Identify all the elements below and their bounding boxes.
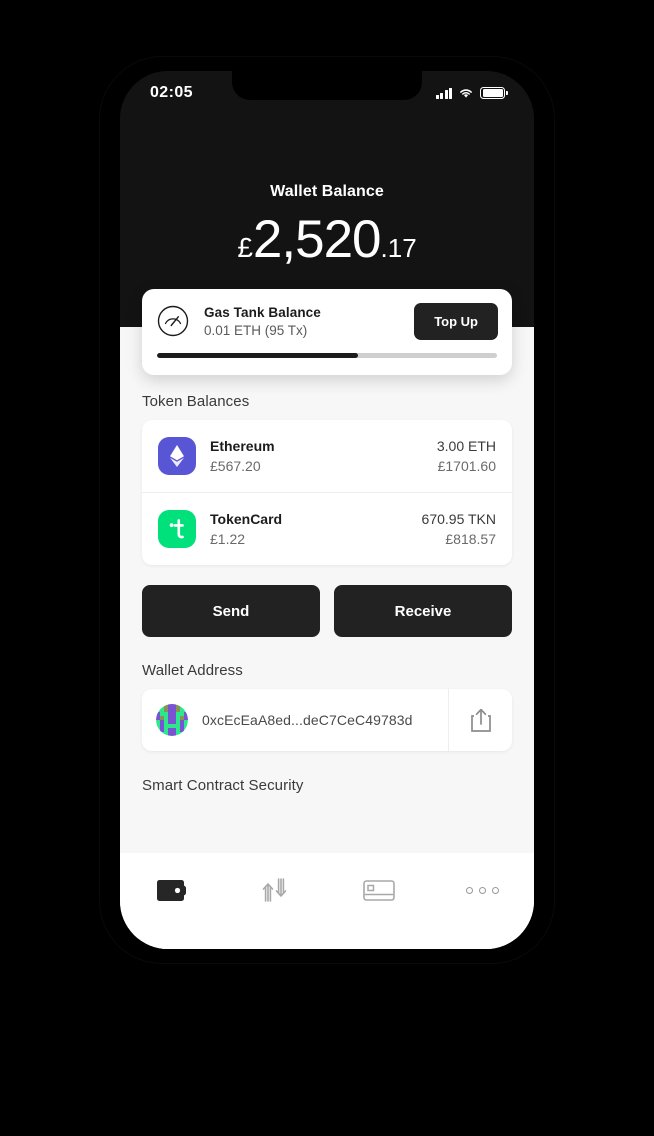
action-buttons: Send Receive <box>142 585 512 637</box>
send-button[interactable]: Send <box>142 585 320 637</box>
gauge-icon <box>157 305 189 337</box>
gas-tank-progress-bar <box>157 353 497 358</box>
gas-tank-title: Gas Tank Balance <box>204 304 321 320</box>
wallet-icon <box>156 879 186 901</box>
signal-bars-icon <box>435 87 453 99</box>
token-info: TokenCard £1.22 <box>210 511 422 547</box>
token-price: £1.22 <box>210 531 246 547</box>
token-amount: 3.00 ETH <box>436 438 496 454</box>
token-name: Ethereum <box>210 438 275 454</box>
page-title: Wallet Balance <box>270 183 384 200</box>
balance-whole: 2,520 <box>252 210 382 269</box>
table-row[interactable]: Ethereum £567.20 3.00 ETH £1701.60 <box>142 420 512 492</box>
transfer-arrows-icon <box>262 878 287 902</box>
currency-symbol: £ <box>237 232 253 263</box>
blockie-avatar <box>156 704 188 736</box>
phone-screen: 02:05 Wallet Balance £ 2,520 .17 Gas Tan… <box>120 71 534 949</box>
share-icon <box>470 708 491 732</box>
tab-card[interactable] <box>327 869 431 911</box>
token-values: 670.95 TKN £818.57 <box>422 511 496 547</box>
balance-amount: £ 2,520 .17 <box>237 213 416 266</box>
receive-button[interactable]: Receive <box>334 585 512 637</box>
wallet-address-card[interactable]: 0xcEcEaA8ed...deC7CeC49783d <box>142 689 512 751</box>
token-value: £1701.60 <box>437 458 496 474</box>
bottom-tab-bar <box>120 853 534 949</box>
balance-decimal: .17 <box>380 233 417 263</box>
screenshot-stage: 02:05 Wallet Balance £ 2,520 .17 Gas Tan… <box>0 0 654 1136</box>
token-values: 3.00 ETH £1701.60 <box>437 438 496 474</box>
gas-tank-row: Gas Tank Balance 0.01 ETH (95 Tx) Top Up <box>156 289 498 353</box>
card-icon <box>362 879 395 901</box>
token-balances-title: Token Balances <box>142 393 250 410</box>
status-time: 02:05 <box>150 84 193 101</box>
tokencard-icon <box>158 510 196 548</box>
main-content: Token Balances Ethereum £567.20 3.00 ETH… <box>120 393 534 804</box>
wifi-icon <box>460 89 473 98</box>
phone-frame: 02:05 Wallet Balance £ 2,520 .17 Gas Tan… <box>100 57 554 963</box>
table-row[interactable]: TokenCard £1.22 670.95 TKN £818.57 <box>142 492 512 565</box>
gas-tank-card[interactable]: Gas Tank Balance 0.01 ETH (95 Tx) Top Up <box>142 289 512 375</box>
gas-tank-progress-fill <box>157 353 358 358</box>
status-icons <box>435 87 508 99</box>
gas-tank-text: Gas Tank Balance 0.01 ETH (95 Tx) <box>204 305 414 338</box>
more-dots-icon <box>465 886 499 894</box>
wallet-address-left: 0xcEcEaA8ed...deC7CeC49783d <box>142 689 448 751</box>
tab-more[interactable] <box>431 869 535 911</box>
wallet-address-title: Wallet Address <box>142 662 243 679</box>
top-up-button[interactable]: Top Up <box>414 302 498 340</box>
wallet-address-value: 0xcEcEaA8ed...deC7CeC49783d <box>202 712 413 728</box>
phone-notch <box>232 71 422 100</box>
tab-transactions[interactable] <box>224 869 328 911</box>
token-balances-card: Ethereum £567.20 3.00 ETH £1701.60 Token… <box>142 420 512 565</box>
token-price: £567.20 <box>210 458 261 474</box>
ethereum-icon <box>158 437 196 475</box>
tab-wallet[interactable] <box>120 869 224 911</box>
smart-contract-security-title: Smart Contract Security <box>142 777 304 794</box>
token-info: Ethereum £567.20 <box>210 438 437 474</box>
gas-tank-subtitle: 0.01 ETH (95 Tx) <box>204 322 308 338</box>
token-name: TokenCard <box>210 511 283 527</box>
battery-icon <box>480 87 506 99</box>
token-amount: 670.95 TKN <box>421 511 496 527</box>
token-value: £818.57 <box>445 531 496 547</box>
share-button[interactable] <box>448 689 512 751</box>
